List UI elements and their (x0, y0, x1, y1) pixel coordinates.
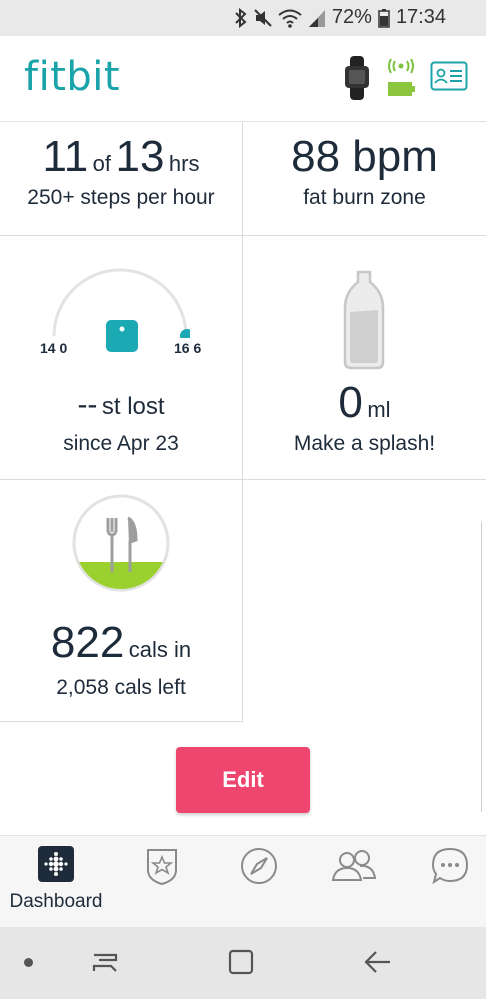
system-nav-bar (0, 927, 486, 999)
signal-icon (308, 8, 326, 28)
back-icon[interactable] (362, 947, 392, 982)
heart-rate-value: 88 bpm (291, 132, 438, 181)
fitbit-logo: fitbit (24, 54, 121, 100)
bluetooth-icon (234, 7, 248, 28)
mute-icon (254, 8, 272, 28)
tab-messages[interactable] (428, 846, 472, 891)
home-icon[interactable] (228, 949, 254, 980)
dashboard-icon (38, 846, 74, 887)
wifi-icon (278, 8, 302, 28)
fork-knife-icon (70, 492, 172, 599)
food-value: 822 cals in (50, 618, 192, 667)
clock: 17:34 (395, 6, 446, 28)
tab-friends[interactable] (330, 846, 378, 891)
scale-icon (106, 320, 138, 357)
battery-percent: 72% (331, 6, 372, 28)
app-header: fitbit (0, 36, 486, 122)
tab-challenges[interactable] (140, 846, 184, 891)
food-tile[interactable]: 822 cals in 2,058 cals left (0, 480, 243, 722)
tab-dashboard[interactable]: Dashboard (0, 846, 112, 913)
discover-compass-icon (239, 848, 279, 890)
status-bar: 72% 17:34 (0, 0, 486, 36)
tracker-icon[interactable] (342, 56, 372, 105)
messages-icon (430, 847, 470, 890)
weight-subtitle: since Apr 23 (63, 432, 179, 455)
heart-rate-tile[interactable]: 88 bpm fat burn zone (243, 122, 486, 236)
dashboard-content: 11 of 13 hrs 250+ steps per hour 88 bpm … (0, 122, 486, 835)
challenges-star-icon (142, 849, 182, 890)
tab-dashboard-label: Dashboard (9, 891, 103, 912)
weight-value: -- st lost (77, 388, 165, 421)
nav-hide-dot[interactable] (24, 958, 33, 967)
water-value: 0 ml (338, 378, 391, 427)
weight-start: 14 0 (40, 340, 68, 356)
water-subtitle: Make a splash! (293, 432, 436, 455)
sync-icon[interactable] (386, 58, 416, 103)
weight-goal: 16 6 (174, 340, 202, 356)
edit-button[interactable]: Edit (176, 747, 310, 813)
heart-rate-subtitle: fat burn zone (303, 186, 426, 209)
water-bottle-icon (343, 270, 385, 375)
bottom-nav: Dashboard (0, 835, 486, 927)
friends-icon (330, 850, 378, 890)
recents-icon[interactable] (90, 947, 120, 982)
food-subtitle: 2,058 cals left (56, 676, 186, 699)
battery-icon (378, 8, 390, 28)
scrollbar (481, 522, 486, 812)
active-hours-value: 11 of 13 hrs (42, 132, 200, 181)
status-icons: 72% 17:34 (234, 6, 446, 29)
water-tile[interactable]: 0 ml Make a splash! (243, 236, 486, 480)
active-hours-tile[interactable]: 11 of 13 hrs 250+ steps per hour (0, 122, 243, 236)
profile-card-icon[interactable] (430, 61, 468, 96)
tab-discover[interactable] (237, 846, 281, 891)
weight-tile[interactable]: 14 0 16 6 -- st lost since Apr 23 (0, 236, 243, 480)
active-hours-subtitle: 250+ steps per hour (27, 186, 215, 209)
